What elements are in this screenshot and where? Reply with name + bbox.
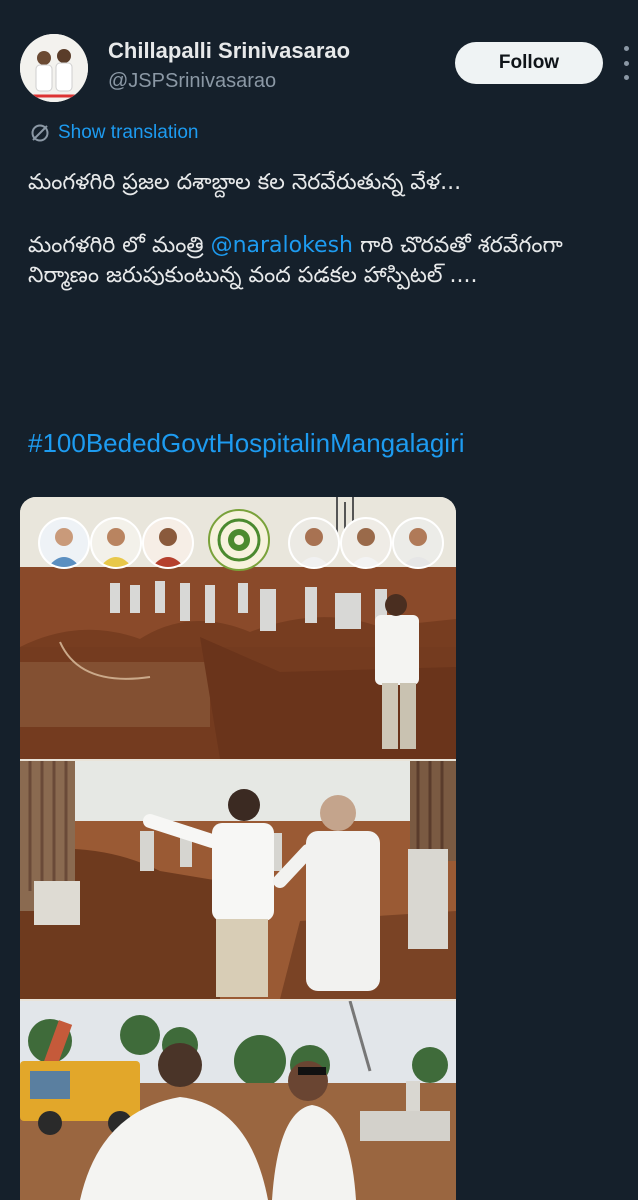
- portrait-1: [38, 517, 90, 569]
- leader-portraits: [20, 497, 456, 577]
- user-handle[interactable]: @JSPSrinivasarao: [108, 70, 276, 93]
- portrait-4: [288, 517, 340, 569]
- show-translation-label: Show translation: [58, 122, 199, 143]
- follow-button[interactable]: Follow: [455, 42, 603, 84]
- photo-panel-1: [20, 497, 456, 759]
- media-image[interactable]: [20, 497, 456, 1200]
- portrait-6: [392, 517, 444, 569]
- tweet-paragraph-2: మంగళగిరి లో మంత్రి @naralokesh గారి చొరవ…: [28, 231, 628, 291]
- avatar[interactable]: [20, 34, 88, 102]
- mention-link[interactable]: @naralokesh: [211, 233, 353, 258]
- photo-panel-3: [20, 1001, 456, 1200]
- tweet-line-1: మంగళగిరి ప్రజల దశాబ్దాల కల నెరవేరుతున్న …: [28, 170, 462, 195]
- globe-icon: [31, 124, 49, 142]
- emblem-icon: [208, 509, 270, 571]
- portrait-5: [340, 517, 392, 569]
- tweet-header: Chillapalli Srinivasarao @JSPSrinivasara…: [0, 0, 638, 120]
- tweet-text: మంగళగిరి ప్రజల దశాబ్దాల కల నెరవేరుతున్న …: [28, 168, 628, 291]
- more-icon[interactable]: [620, 46, 632, 80]
- show-translation-link[interactable]: Show translation: [30, 120, 198, 146]
- photo-panel-2: [20, 761, 456, 999]
- hashtag-link[interactable]: #100BededGovtHospitalinMangalagiri: [28, 428, 465, 459]
- display-name[interactable]: Chillapalli Srinivasarao: [108, 38, 350, 64]
- portrait-3: [142, 517, 194, 569]
- portrait-2: [90, 517, 142, 569]
- tweet-text-prefix: మంగళగిరి లో మంత్రి: [28, 233, 211, 258]
